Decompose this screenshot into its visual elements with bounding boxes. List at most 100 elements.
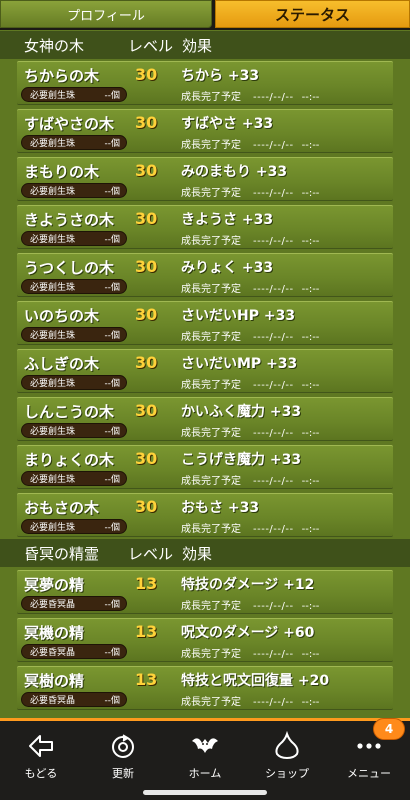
- list-row[interactable]: 冥機の精 13 呪文のダメージ +60 必要昏冥晶 --個 成長完了予定 ----/--/-…: [17, 618, 393, 662]
- required-item-value: --個: [104, 475, 121, 485]
- required-item-value: --個: [104, 187, 121, 197]
- growth-complete-info: 成長完了予定 ----/--/-- --:--: [181, 376, 319, 391]
- list-row[interactable]: まりょくの木 30 こうげき魔力 +33 必要創生珠 --個 成長完了予定 ----/--/…: [17, 445, 393, 489]
- required-item-label: 必要創生珠: [30, 523, 76, 533]
- row-level: 30: [135, 305, 158, 324]
- growth-complete-date: ----/--/--: [253, 188, 294, 199]
- growth-complete-label: 成長完了予定: [181, 697, 241, 708]
- list-row[interactable]: ふしぎの木 30 さいだいMP +33 必要創生珠 --個 成長完了予定 ----/--/-…: [17, 349, 393, 393]
- nav-shop-button[interactable]: ショップ: [246, 729, 328, 785]
- row-effect: こうげき魔力 +33: [181, 452, 302, 468]
- nav-refresh-label: 更新: [112, 767, 134, 780]
- growth-complete-time: --:--: [301, 92, 320, 103]
- tab-status[interactable]: ステータス: [215, 0, 410, 28]
- required-item-pill: 必要昏冥晶 --個: [21, 596, 127, 611]
- growth-complete-date: ----/--/--: [253, 601, 294, 612]
- nav-refresh-button[interactable]: 更新: [82, 729, 164, 785]
- row-name: うつくしの木: [24, 259, 115, 277]
- row-name: きようさの木: [24, 211, 115, 229]
- row-effect: みのまもり +33: [181, 164, 288, 180]
- required-item-pill: 必要創生珠 --個: [21, 279, 127, 294]
- growth-complete-time: --:--: [301, 476, 320, 487]
- menu-notification-badge: 4: [373, 718, 405, 740]
- column-name-label: 女神の木: [24, 36, 85, 55]
- required-item-label: 必要創生珠: [30, 283, 76, 293]
- row-effect: 呪文のダメージ +60: [181, 625, 315, 641]
- growth-complete-time: --:--: [301, 140, 320, 151]
- required-item-value: --個: [104, 379, 121, 389]
- growth-complete-info: 成長完了予定 ----/--/-- --:--: [181, 424, 319, 439]
- column-level-label: レベル: [128, 36, 174, 55]
- status-list[interactable]: 女神の木 レベル 効果 ちからの木 30 ちから +33 必要創生珠 --個 成長完了予定…: [0, 30, 410, 718]
- required-item-label: 必要昏冥晶: [30, 648, 76, 658]
- list-row[interactable]: 冥夢の精 13 特技のダメージ +12 必要昏冥晶 --個 成長完了予定 ----/--/-…: [17, 570, 393, 614]
- row-level: 13: [135, 574, 158, 593]
- row-level: 30: [135, 401, 158, 420]
- growth-complete-time: --:--: [301, 332, 320, 343]
- row-effect: かいふく魔力 +33: [181, 404, 302, 420]
- row-effect: おもさ +33: [181, 500, 260, 516]
- list-row[interactable]: うつくしの木 30 みりょく +33 必要創生珠 --個 成長完了予定 ----/--/--…: [17, 253, 393, 297]
- row-effect: すばやさ +33: [181, 116, 274, 132]
- growth-complete-info: 成長完了予定 ----/--/-- --:--: [181, 472, 319, 487]
- row-name: おもさの木: [24, 499, 100, 517]
- list-row[interactable]: まもりの木 30 みのまもり +33 必要創生珠 --個 成長完了予定 ----/--/--…: [17, 157, 393, 201]
- row-level: 30: [135, 65, 158, 84]
- back-arrow-icon: [29, 735, 53, 757]
- growth-complete-date: ----/--/--: [253, 92, 294, 103]
- required-item-label: 必要創生珠: [30, 475, 76, 485]
- growth-complete-label: 成長完了予定: [181, 284, 241, 295]
- nav-back-button[interactable]: もどる: [0, 729, 82, 785]
- row-level: 30: [135, 497, 158, 516]
- growth-complete-date: ----/--/--: [253, 332, 294, 343]
- nav-home-label: ホーム: [188, 767, 222, 780]
- growth-complete-time: --:--: [301, 284, 320, 295]
- growth-complete-label: 成長完了予定: [181, 601, 241, 612]
- required-item-label: 必要創生珠: [30, 427, 76, 437]
- column-name-label: 昏冥の精霊: [24, 544, 100, 563]
- row-name: ちからの木: [24, 67, 100, 85]
- growth-complete-time: --:--: [301, 236, 320, 247]
- growth-complete-time: --:--: [301, 524, 320, 535]
- list-row[interactable]: 冥樹の精 13 特技と呪文回復量 +20 必要昏冥晶 --個 成長完了予定 ----/--/…: [17, 666, 393, 710]
- list-row[interactable]: ちからの木 30 ちから +33 必要創生珠 --個 成長完了予定 ----/--/-- --…: [17, 61, 393, 105]
- growth-complete-time: --:--: [301, 601, 320, 612]
- growth-complete-label: 成長完了予定: [181, 524, 241, 535]
- growth-complete-info: 成長完了予定 ----/--/-- --:--: [181, 88, 319, 103]
- growth-complete-label: 成長完了予定: [181, 92, 241, 103]
- home-indicator: [143, 790, 267, 795]
- required-item-value: --個: [104, 427, 121, 437]
- tab-profile[interactable]: プロフィール: [0, 0, 212, 28]
- growth-complete-label: 成長完了予定: [181, 428, 241, 439]
- nav-menu-label: メニュー: [347, 767, 391, 780]
- list-row[interactable]: きようさの木 30 きようさ +33 必要創生珠 --個 成長完了予定 ----/--/--…: [17, 205, 393, 249]
- row-effect: みりょく +33: [181, 260, 274, 276]
- list-row[interactable]: しんこうの木 30 かいふく魔力 +33 必要創生珠 --個 成長完了予定 ----/--/…: [17, 397, 393, 441]
- growth-complete-date: ----/--/--: [253, 476, 294, 487]
- row-effect: ちから +33: [181, 68, 260, 84]
- nav-home-button[interactable]: ホーム: [164, 729, 246, 785]
- list-row[interactable]: おもさの木 30 おもさ +33 必要創生珠 --個 成長完了予定 ----/--/-- --…: [17, 493, 393, 537]
- required-item-pill: 必要創生珠 --個: [21, 183, 127, 198]
- required-item-pill: 必要創生珠 --個: [21, 231, 127, 246]
- required-item-value: --個: [104, 139, 121, 149]
- required-item-pill: 必要創生珠 --個: [21, 519, 127, 534]
- column-level-label: レベル: [128, 544, 174, 563]
- required-item-pill: 必要創生珠 --個: [21, 423, 127, 438]
- list-row[interactable]: いのちの木 30 さいだいHP +33 必要創生珠 --個 成長完了予定 ----/--/-…: [17, 301, 393, 345]
- required-item-label: 必要創生珠: [30, 379, 76, 389]
- row-level: 30: [135, 257, 158, 276]
- required-item-label: 必要創生珠: [30, 91, 76, 101]
- growth-complete-label: 成長完了予定: [181, 236, 241, 247]
- required-item-value: --個: [104, 600, 121, 610]
- growth-complete-label: 成長完了予定: [181, 188, 241, 199]
- row-level: 13: [135, 670, 158, 689]
- list-row[interactable]: すばやさの木 30 すばやさ +33 必要創生珠 --個 成長完了予定 ----/--/--…: [17, 109, 393, 153]
- required-item-value: --個: [104, 648, 121, 658]
- row-effect: 特技と呪文回復量 +20: [181, 673, 330, 689]
- row-name: まもりの木: [24, 163, 100, 181]
- growth-complete-date: ----/--/--: [253, 428, 294, 439]
- row-name: いのちの木: [24, 307, 100, 325]
- row-name: 冥夢の精: [24, 576, 85, 594]
- row-name: 冥樹の精: [24, 672, 85, 690]
